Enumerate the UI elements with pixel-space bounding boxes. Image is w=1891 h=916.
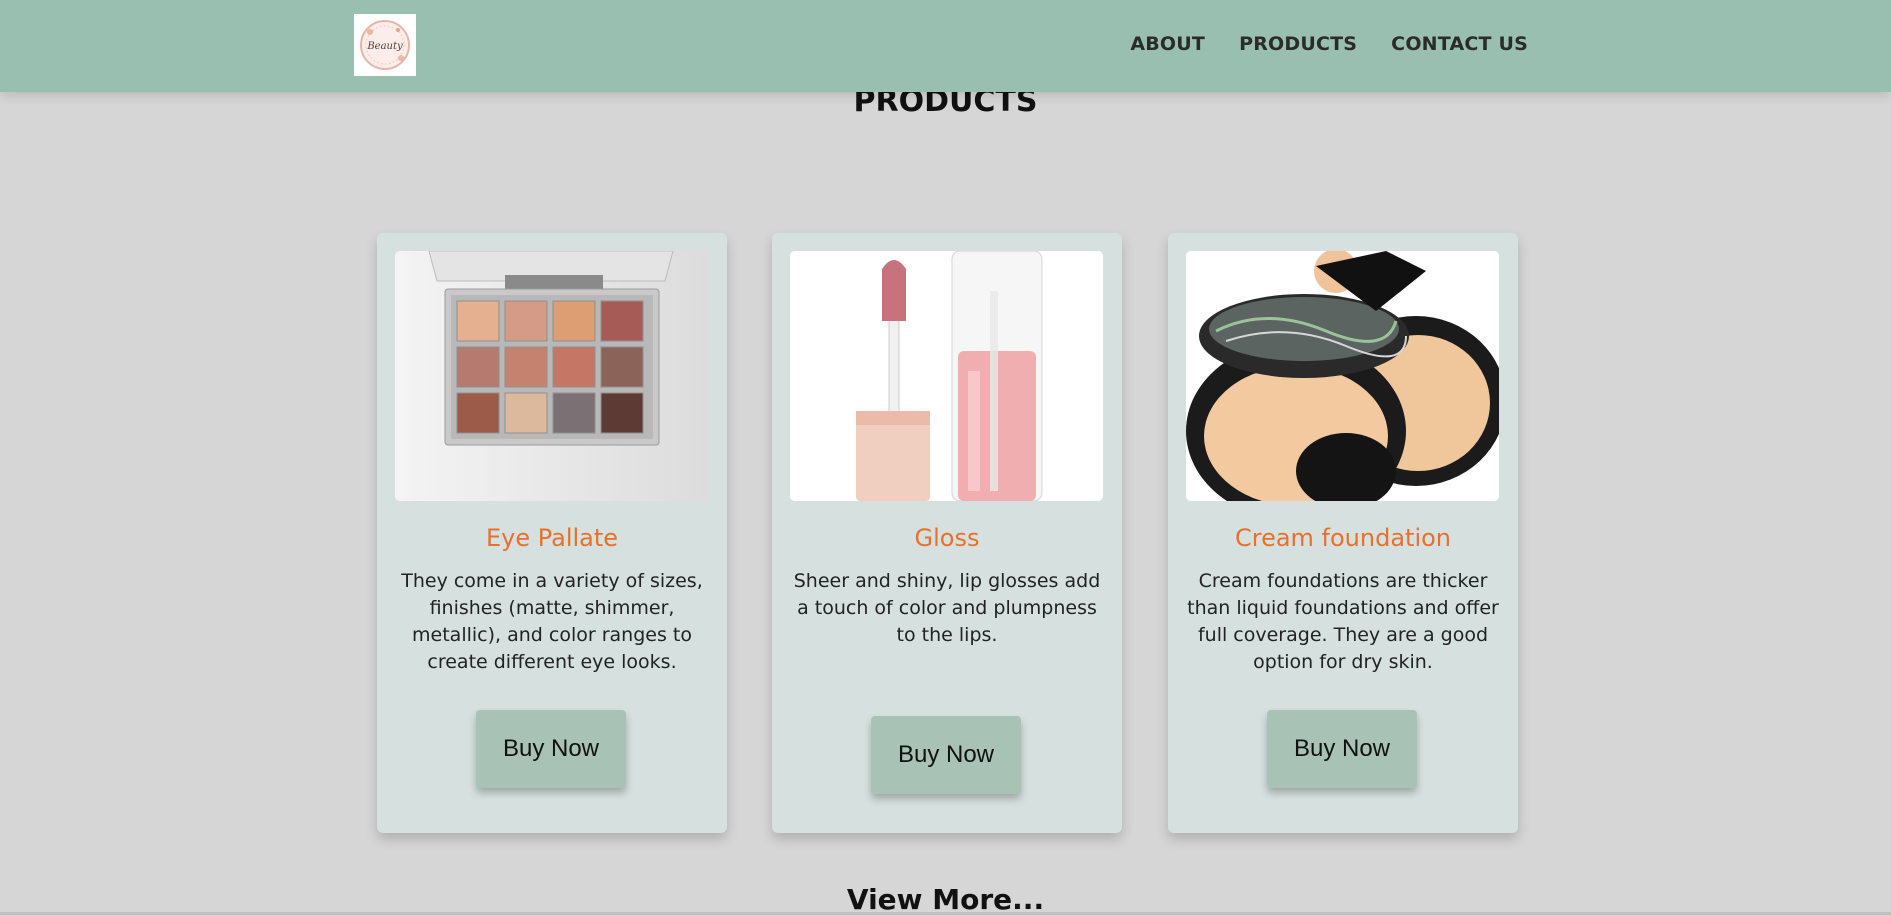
gloss-image <box>790 251 1103 501</box>
nav-contact-link[interactable]: CONTACT US <box>1391 33 1528 55</box>
logo[interactable]: Beauty <box>354 14 416 76</box>
product-title: Eye Pallate <box>485 524 619 552</box>
product-title: Gloss <box>914 524 980 552</box>
eye-palette-image <box>395 251 708 501</box>
product-card-gloss: Gloss Sheer and shiny, lip glosses add a… <box>772 233 1122 833</box>
nav-about-link[interactable]: ABOUT <box>1130 33 1205 55</box>
product-card-eye-pallate: Eye Pallate They come in a variety of si… <box>377 233 727 833</box>
main-nav: ABOUT PRODUCTS CONTACT US <box>1130 33 1528 55</box>
product-title: Cream foundation <box>1234 524 1452 552</box>
navbar: Beauty ABOUT PRODUCTS CONTACT US <box>0 0 1891 92</box>
cream-foundation-image <box>1186 251 1499 501</box>
product-description: Sheer and shiny, lip glosses add a touch… <box>793 570 1101 646</box>
logo-text: Beauty <box>366 41 403 52</box>
product-card-cream-foundation: Cream foundation Cream foundations are t… <box>1168 233 1518 833</box>
buy-now-button[interactable]: Buy Now <box>476 710 626 788</box>
buy-now-button[interactable]: Buy Now <box>1267 710 1417 788</box>
product-description: They come in a variety of sizes, finishe… <box>401 570 703 673</box>
buy-now-button[interactable]: Buy Now <box>871 716 1021 794</box>
logo-emblem-icon: Beauty <box>360 20 410 70</box>
nav-products-link[interactable]: PRODUCTS <box>1239 33 1357 55</box>
product-description: Cream foundations are thicker than liqui… <box>1187 570 1499 673</box>
